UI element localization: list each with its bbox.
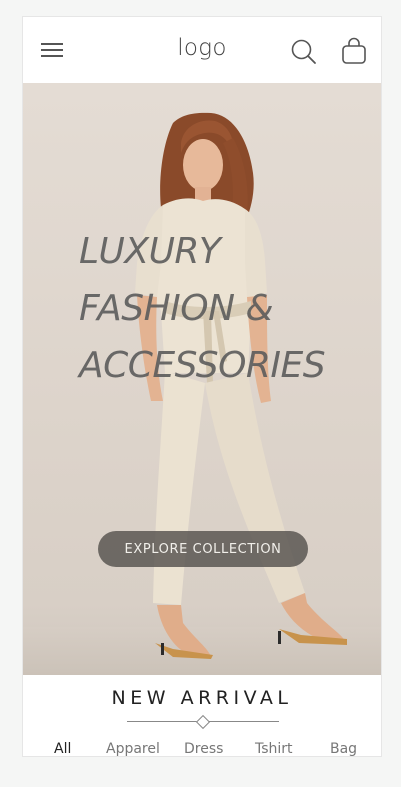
- tab-apparel[interactable]: Apparel: [106, 741, 160, 756]
- hero-headline: LUXURY FASHION & ACCESSORIES: [79, 223, 379, 394]
- tab-all[interactable]: All: [54, 741, 71, 756]
- explore-collection-button[interactable]: EXPLORE COLLECTION: [98, 531, 308, 567]
- category-tabs: All Apparel Dress Tshirt Bag: [23, 741, 381, 756]
- headline-line-2: FASHION &: [79, 288, 274, 329]
- shopping-bag-icon[interactable]: [341, 37, 367, 65]
- ornament-divider: [127, 714, 279, 730]
- headline-line-3: ACCESSORIES: [79, 345, 326, 386]
- headline-line-1: LUXURY: [79, 231, 221, 272]
- hero-banner: LUXURY FASHION & ACCESSORIES EXPLORE COL…: [23, 83, 381, 675]
- tab-bag[interactable]: Bag: [330, 741, 357, 756]
- phone-frame: logo LUXURY FASHION & ACCESSORIES EXPLOR…: [22, 16, 382, 757]
- tab-dress[interactable]: Dress: [184, 741, 223, 756]
- search-icon[interactable]: [291, 39, 317, 65]
- new-arrival-section: NEW ARRIVAL All Apparel Dress Tshirt Bag: [23, 675, 381, 756]
- header: logo: [23, 17, 381, 83]
- diamond-icon: [195, 714, 211, 730]
- section-title: NEW ARRIVAL: [111, 687, 293, 709]
- tab-tshirt[interactable]: Tshirt: [255, 741, 293, 756]
- logo[interactable]: logo: [23, 35, 381, 61]
